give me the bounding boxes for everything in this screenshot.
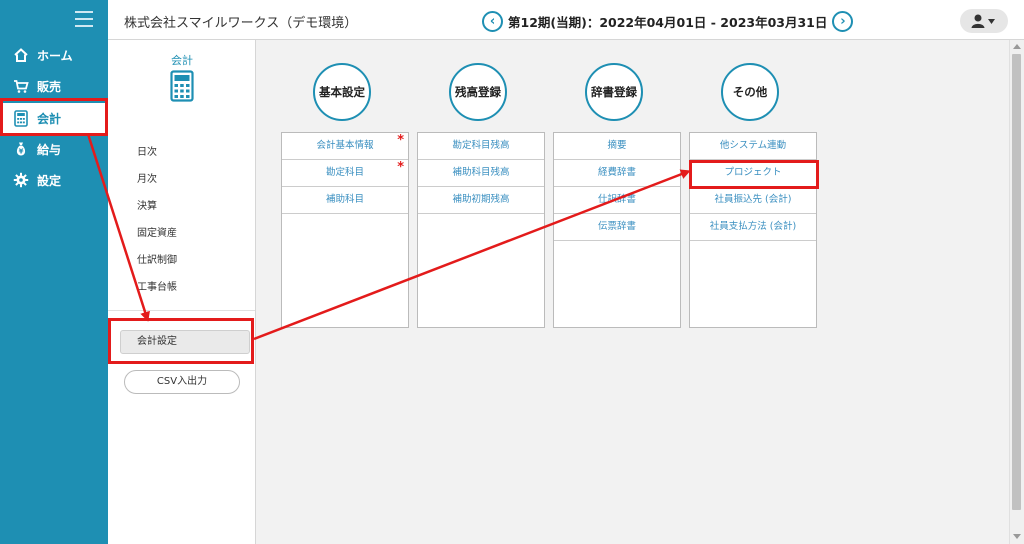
subpanel-title: 会計 (171, 54, 193, 67)
nav-label-settings: 設定 (37, 173, 62, 188)
column-heading-others: その他 (721, 63, 779, 121)
link-account-titles[interactable]: 勘定科目 * (282, 160, 408, 187)
highlight-box-accounting-settings (108, 318, 254, 364)
link-label: 補助科目残高 (452, 167, 510, 178)
company-name: 株式会社スマイルワークス（デモ環境） (124, 16, 358, 31)
link-label: 社員支払方法 (会計) (709, 221, 797, 232)
link-label: 伝票辞書 (597, 221, 636, 232)
nav-item-payroll[interactable]: ¥ 給与 (0, 134, 108, 164)
next-period-icon[interactable]: › (832, 10, 854, 32)
submenu-journal-control[interactable]: 仕訳制御 (137, 251, 177, 266)
submenu-daily[interactable]: 日次 (137, 143, 157, 158)
user-menu-button[interactable] (960, 9, 1008, 33)
link-label: 会計基本情報 (316, 140, 374, 151)
nav-label-home: ホーム (37, 48, 73, 63)
link-employee-transfer-account[interactable]: 社員振込先 (会計) (690, 187, 816, 214)
user-icon (971, 14, 995, 28)
nav-item-settings[interactable]: 設定 (0, 165, 108, 195)
link-label: 仕訳辞書 (597, 194, 636, 205)
submenu-closing[interactable]: 決算 (137, 197, 157, 212)
link-label: 勘定科目 (325, 167, 364, 178)
column-balance-registration: 勘定科目残高 補助科目残高 補助初期残高 (417, 132, 545, 328)
link-journal-dictionary[interactable]: 仕訳辞書 (554, 187, 680, 214)
calculator-large-icon (170, 70, 194, 106)
scroll-up-arrow-icon[interactable] (1013, 44, 1021, 49)
link-label: 補助初期残高 (452, 194, 510, 205)
link-slip-dictionary[interactable]: 伝票辞書 (554, 214, 680, 241)
link-sub-account-balance[interactable]: 補助科目残高 (418, 160, 544, 187)
gear-icon (12, 171, 30, 189)
left-nav: ホーム 販売 会計 ¥ 給与 設定 (0, 0, 108, 544)
link-label: 社員振込先 (会計) (714, 194, 792, 205)
nav-item-sales[interactable]: 販売 (0, 71, 108, 101)
link-label: 摘要 (607, 140, 627, 151)
link-label: 経費辞書 (597, 167, 636, 178)
link-summary[interactable]: 摘要 (554, 133, 680, 160)
csv-io-button[interactable]: CSV入出力 (124, 370, 240, 394)
link-sub-accounts[interactable]: 補助科目 (282, 187, 408, 214)
link-sub-initial-balance[interactable]: 補助初期残高 (418, 187, 544, 214)
moneybag-icon: ¥ (12, 140, 30, 158)
column-dictionary-registration: 摘要 経費辞書 仕訳辞書 伝票辞書 (553, 132, 681, 328)
scrollbar-thumb[interactable] (1012, 54, 1021, 510)
highlight-box-project-link (689, 160, 819, 189)
submenu-fixed-assets[interactable]: 固定資産 (137, 224, 177, 239)
link-account-balance[interactable]: 勘定科目残高 (418, 133, 544, 160)
nav-label-payroll: 給与 (37, 142, 62, 157)
prev-period-icon[interactable]: ‹ (482, 10, 503, 32)
highlight-box-accounting-nav (0, 98, 108, 136)
nav-label-sales: 販売 (37, 79, 62, 94)
column-basic-settings: 会計基本情報 * 勘定科目 * 補助科目 (281, 132, 409, 328)
link-employee-payment-method[interactable]: 社員支払方法 (会計) (690, 214, 816, 241)
home-icon (12, 46, 30, 64)
link-other-system-integration[interactable]: 他システム連動 (690, 133, 816, 160)
link-label: 勘定科目残高 (452, 140, 510, 151)
link-label: 補助科目 (325, 194, 364, 205)
scroll-down-arrow-icon[interactable] (1013, 534, 1021, 539)
column-heading-balance-registration: 残高登録 (449, 63, 507, 121)
hamburger-menu-icon[interactable] (75, 11, 93, 27)
top-header: 株式会社スマイルワークス（デモ環境） ‹ 第12期(当期)：2022年04月01… (108, 0, 1024, 40)
svg-text:¥: ¥ (19, 148, 24, 156)
link-expense-dictionary[interactable]: 経費辞書 (554, 160, 680, 187)
accounting-subpanel: 会計 日次 月次 決算 固定資産 仕訳制御 工事台帳 会計設定 CSV入出力 (108, 40, 256, 544)
submenu-monthly[interactable]: 月次 (137, 170, 157, 185)
period-label: 第12期(当期)：2022年04月01日 - 2023年03月31日 (508, 14, 828, 30)
column-heading-basic-settings: 基本設定 (313, 63, 371, 121)
period-selector: ‹ 第12期(当期)：2022年04月01日 - 2023年03月31日 › (482, 10, 854, 32)
cart-icon (12, 77, 30, 95)
link-basic-info[interactable]: 会計基本情報 * (282, 133, 408, 160)
link-label: 他システム連動 (719, 140, 787, 151)
required-star: * (397, 160, 404, 175)
required-star: * (397, 133, 404, 148)
subpanel-divider (108, 310, 255, 311)
nav-item-home[interactable]: ホーム (0, 40, 108, 70)
submenu-construction-ledger[interactable]: 工事台帳 (137, 278, 177, 293)
column-heading-dictionary-registration: 辞書登録 (585, 63, 643, 121)
